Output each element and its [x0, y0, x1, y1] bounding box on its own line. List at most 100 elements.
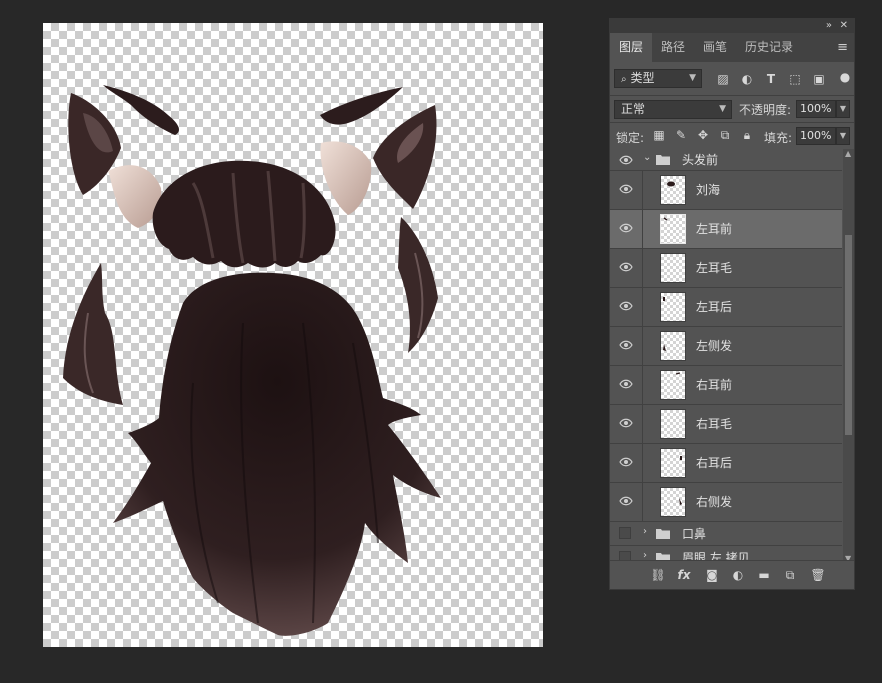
close-icon[interactable]: ✕ [840, 19, 848, 33]
eye-icon[interactable] [619, 379, 633, 389]
add-mask-icon[interactable]: ◙ [704, 567, 720, 583]
panel-menu-icon[interactable]: ≡ [837, 33, 848, 62]
adjustment-layer-icon[interactable]: ◐ [730, 567, 746, 583]
lock-row: 锁定: ▦ ✎ ✥ ⧉ 🔒︎ 填充: 100% ▼ [610, 123, 854, 149]
left-side-hair-shape [63, 263, 123, 405]
panel-title-bar[interactable]: » ✕ [610, 19, 854, 33]
chevron-down-icon: ▼ [719, 104, 726, 114]
right-ear-fold-shape [320, 87, 403, 125]
layer-thumbnail [660, 331, 686, 361]
eye-icon[interactable] [619, 184, 633, 194]
filter-pixel-icon[interactable]: ▨ [716, 72, 730, 86]
scrollbar-thumb[interactable] [845, 235, 852, 435]
eye-icon[interactable] [619, 155, 633, 165]
trash-icon[interactable]: 🗑︎ [810, 567, 826, 583]
fill-dropdown-icon[interactable]: ▼ [836, 127, 850, 145]
new-layer-icon[interactable]: ⧉ [782, 567, 798, 583]
filter-type-icon[interactable]: T [764, 72, 778, 86]
layer-thumbnail [660, 214, 686, 244]
layers-scrollbar[interactable]: ▲ ▼ [843, 149, 854, 563]
lock-label: 锁定: [616, 131, 645, 145]
group-name: 口鼻 [682, 527, 707, 541]
link-layers-icon[interactable]: ⛓ [650, 567, 666, 583]
back-hair-shape [113, 272, 441, 636]
layer-row[interactable]: 右耳前 [610, 366, 842, 405]
lock-all-icon[interactable]: 🔒︎ [740, 128, 754, 142]
filter-toggle-icon[interactable]: ● [838, 70, 852, 84]
eye-icon[interactable] [619, 457, 633, 467]
layer-name: 左耳毛 [696, 261, 733, 275]
filter-kind-label: 类型 [630, 71, 655, 85]
lock-image-brush-icon[interactable]: ✎ [674, 128, 688, 142]
group-name: 头发前 [682, 153, 719, 167]
eye-icon[interactable] [619, 301, 633, 311]
fill-label: 填充: [764, 131, 793, 145]
layer-name: 右侧发 [696, 495, 733, 509]
tab-paths[interactable]: 路径 [652, 33, 694, 62]
document-canvas[interactable] [43, 23, 543, 647]
layer-row[interactable]: 左耳后 [610, 288, 842, 327]
layer-row[interactable]: 左耳毛 [610, 249, 842, 288]
layer-group-closed[interactable]: › 口鼻 [610, 522, 842, 546]
chevron-down-icon[interactable]: ⌄ [643, 152, 651, 163]
layer-name: 左侧发 [696, 339, 733, 353]
layer-thumbnail [660, 409, 686, 439]
tab-history[interactable]: 历史记录 [736, 33, 802, 62]
blend-row: 正常 ▼ 不透明度: 100% ▼ [610, 96, 854, 122]
scroll-up-icon[interactable]: ▲ [845, 149, 851, 158]
tab-brushes[interactable]: 画笔 [694, 33, 736, 62]
tab-layers[interactable]: 图层 [610, 33, 653, 62]
visibility-toggle[interactable] [619, 527, 631, 539]
eye-icon[interactable] [619, 418, 633, 428]
layers-list: ⌄ 头发前 刘海 左耳前 左耳毛 左耳后 左侧发 右耳前 右耳毛 右耳后 右侧发… [610, 149, 842, 563]
opacity-label: 不透明度: [739, 103, 792, 117]
opacity-dropdown-icon[interactable]: ▼ [836, 100, 850, 118]
chevron-right-icon[interactable]: › [643, 526, 647, 537]
collapse-icon[interactable]: » [826, 19, 832, 33]
layer-name: 右耳后 [696, 456, 733, 470]
new-group-folder-icon[interactable]: ▬ [756, 567, 772, 583]
filter-shape-icon[interactable]: ⬚ [788, 72, 802, 86]
right-side-hair-shape [398, 217, 438, 353]
layer-row[interactable]: 刘海 [610, 171, 842, 210]
blend-mode-value: 正常 [621, 102, 646, 116]
right-ear-fur-shape [320, 141, 372, 215]
layer-name: 左耳前 [696, 222, 733, 236]
layer-row[interactable]: 右侧发 [610, 483, 842, 522]
lock-position-move-icon[interactable]: ✥ [696, 128, 710, 142]
eye-icon[interactable] [619, 496, 633, 506]
layer-group-open[interactable]: ⌄ 头发前 [610, 149, 842, 171]
layer-name: 左耳后 [696, 300, 733, 314]
layer-row[interactable]: 右耳后 [610, 444, 842, 483]
layer-name: 刘海 [696, 183, 721, 197]
blend-mode-select[interactable]: 正常 ▼ [614, 100, 732, 119]
chevron-down-icon: ▼ [689, 73, 696, 83]
folder-icon [656, 155, 670, 165]
search-icon: ⌕ [621, 74, 627, 85]
layer-row[interactable]: 右耳毛 [610, 405, 842, 444]
layer-row[interactable]: 左侧发 [610, 327, 842, 366]
filter-smart-object-icon[interactable]: ▣ [812, 72, 826, 86]
bangs-shape [152, 160, 336, 268]
layer-row-selected[interactable]: 左耳前 [610, 210, 842, 249]
layer-name: 右耳前 [696, 378, 733, 392]
filter-row: ⌕ 类型 ▼ ▨ ◐ T ⬚ ▣ ● [610, 62, 854, 95]
layer-effects-icon[interactable]: fx [676, 567, 692, 583]
opacity-input[interactable]: 100% [796, 100, 836, 118]
eye-icon[interactable] [619, 262, 633, 272]
folder-icon [656, 529, 670, 539]
eye-icon[interactable] [619, 340, 633, 350]
layers-panel: » ✕ 图层 路径 画笔 历史记录 ≡ ⌕ 类型 ▼ ▨ ◐ T ⬚ ▣ ● 正… [609, 18, 855, 590]
filter-adjustment-icon[interactable]: ◐ [740, 72, 754, 86]
layer-thumbnail [660, 448, 686, 478]
lock-artboard-icon[interactable]: ⧉ [718, 128, 732, 142]
layer-thumbnail [660, 175, 686, 205]
layer-thumbnail [660, 253, 686, 283]
fill-input[interactable]: 100% [796, 127, 836, 145]
hair-artwork [63, 85, 441, 636]
filter-kind-select[interactable]: ⌕ 类型 ▼ [614, 69, 702, 88]
lock-transparent-icon[interactable]: ▦ [652, 128, 666, 142]
eye-icon[interactable] [619, 223, 633, 233]
layer-thumbnail [660, 370, 686, 400]
layer-name: 右耳毛 [696, 417, 733, 431]
